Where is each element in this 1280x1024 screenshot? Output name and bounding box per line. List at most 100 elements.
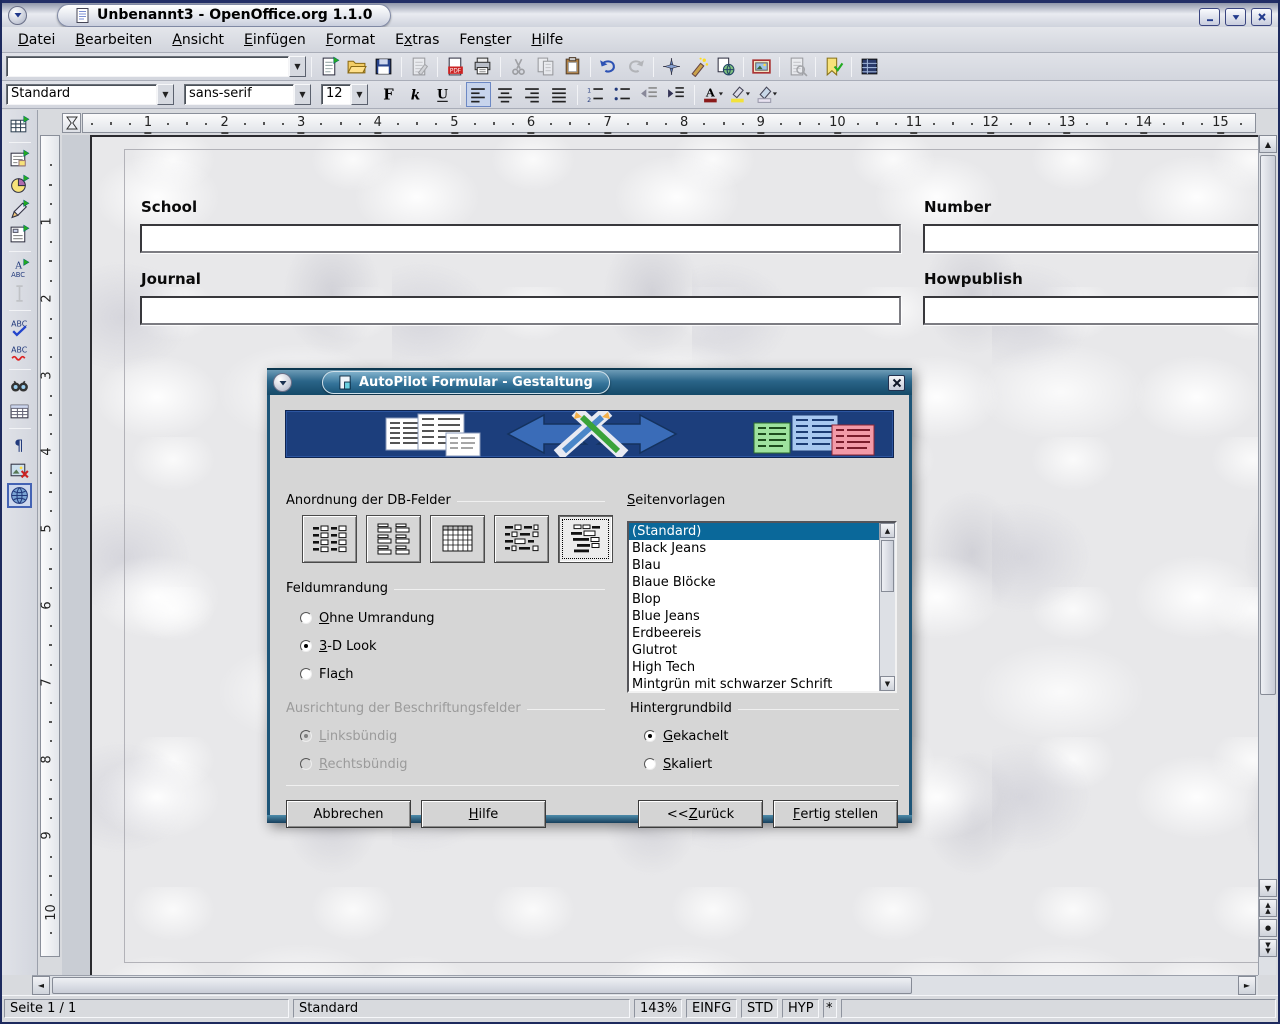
- scroll-left-button[interactable]: ◄: [32, 976, 50, 995]
- gallery-button[interactable]: [749, 54, 774, 79]
- radio-gekachelt[interactable]: Gekachelt: [644, 728, 728, 744]
- radio-3d-look[interactable]: 3-D Look: [300, 638, 377, 654]
- align-center-button[interactable]: [493, 82, 518, 107]
- increase-indent-button[interactable]: [664, 82, 689, 107]
- print-file-button[interactable]: [470, 54, 495, 79]
- previous-page-button[interactable]: ▲▲: [1259, 899, 1277, 917]
- menu-format[interactable]: Format: [316, 29, 385, 51]
- status-selection-mode[interactable]: STD: [741, 999, 778, 1018]
- vertical-scrollbar-thumb[interactable]: [1260, 155, 1276, 695]
- list-scroll-up-button[interactable]: ▲: [880, 523, 895, 538]
- back-button[interactable]: << Zurück: [638, 800, 763, 828]
- stylist-button[interactable]: [686, 54, 711, 79]
- arrangement-as-table-button[interactable]: [430, 515, 485, 563]
- horizontal-scrollbar[interactable]: ◄ ►: [32, 975, 1258, 995]
- window-titlebar[interactable]: Unbenannt3 - OpenOffice.org 1.1.0: [2, 0, 1278, 27]
- menu-einfuegen[interactable]: Einfügen: [234, 29, 316, 51]
- highlighting-button[interactable]: [727, 82, 752, 107]
- insert-table-button[interactable]: [7, 113, 32, 138]
- underline-button[interactable]: U: [430, 82, 455, 107]
- finish-button[interactable]: Fertig stellen: [773, 800, 898, 828]
- url-combobox[interactable]: ▼: [6, 56, 306, 77]
- tab-stop-selector[interactable]: [62, 113, 81, 133]
- cancel-button[interactable]: Abbrechen: [286, 800, 411, 828]
- page-style-item[interactable]: Erdbeereis: [629, 625, 895, 642]
- export-pdf-button[interactable]: PDF: [443, 54, 468, 79]
- table-view-button[interactable]: [857, 54, 882, 79]
- status-hyperlink-mode[interactable]: HYP: [782, 999, 819, 1018]
- paragraph-style-value[interactable]: Standard: [6, 84, 157, 105]
- arrangement-blocks-labels-top-button[interactable]: [558, 515, 613, 563]
- font-name-value[interactable]: sans-serif: [184, 84, 294, 105]
- save-document-button[interactable]: [371, 54, 396, 79]
- page-style-item[interactable]: High Tech: [629, 659, 895, 676]
- font-name-combobox[interactable]: sans-serif ▼: [184, 84, 311, 105]
- font-dropdown-button[interactable]: ▼: [294, 84, 311, 105]
- bookmark-button[interactable]: [821, 54, 846, 79]
- font-size-value[interactable]: 12: [321, 84, 351, 105]
- form-functions-button[interactable]: [7, 222, 32, 247]
- menu-extras[interactable]: Extras: [385, 29, 449, 51]
- number-field[interactable]: [923, 224, 1258, 253]
- draw-functions-button[interactable]: [7, 197, 32, 222]
- open-document-button[interactable]: [344, 54, 369, 79]
- radio-flach[interactable]: Flach: [300, 666, 353, 682]
- align-justify-button[interactable]: [547, 82, 572, 107]
- dialog-titlebar[interactable]: AutoPilot Formular - Gestaltung: [267, 368, 912, 395]
- vertical-scrollbar[interactable]: ▲ ▼ ▲▲ ● ▼▼: [1258, 135, 1276, 975]
- minimize-button[interactable]: [1199, 8, 1220, 26]
- arrangement-columns-labels-left-button[interactable]: [302, 515, 357, 563]
- vertical-ruler[interactable]: 12345678910: [40, 135, 60, 957]
- menu-datei[interactable]: Datei: [8, 29, 65, 51]
- italic-button[interactable]: k: [403, 82, 428, 107]
- hyperlink-button[interactable]: [713, 54, 738, 79]
- listbox-scrollbar-thumb[interactable]: [881, 540, 894, 592]
- paragraph-background-button[interactable]: [754, 82, 779, 107]
- radio-skaliert[interactable]: Skaliert: [644, 756, 712, 772]
- status-insert-mode[interactable]: EINFG: [686, 999, 737, 1018]
- status-zoom[interactable]: 143%: [634, 999, 682, 1018]
- spellcheck-button[interactable]: ABC: [7, 315, 32, 340]
- style-dropdown-button[interactable]: ▼: [157, 84, 174, 105]
- school-field[interactable]: [140, 224, 901, 253]
- menu-ansicht[interactable]: Ansicht: [162, 29, 234, 51]
- page-style-item[interactable]: Blop: [629, 591, 895, 608]
- listbox-scrollbar[interactable]: ▲ ▼: [879, 523, 895, 691]
- page-style-item[interactable]: Blau: [629, 557, 895, 574]
- journal-field[interactable]: [140, 296, 901, 325]
- url-input[interactable]: [6, 56, 289, 77]
- list-scroll-down-button[interactable]: ▼: [880, 676, 895, 691]
- page-style-item[interactable]: Blue Jeans: [629, 608, 895, 625]
- data-source-view-button[interactable]: [7, 399, 32, 424]
- arrangement-columns-labels-top-button[interactable]: [366, 515, 421, 563]
- autotext-button[interactable]: AABC: [7, 256, 32, 281]
- menu-bearbeiten[interactable]: Bearbeiten: [65, 29, 162, 51]
- status-page-style[interactable]: Standard: [293, 999, 630, 1018]
- page-style-item[interactable]: Mintgrün mit schwarzer Schrift: [629, 676, 895, 693]
- insert-frame-button[interactable]: [7, 147, 32, 172]
- scroll-up-button[interactable]: ▲: [1259, 135, 1277, 153]
- decrease-indent-button[interactable]: [637, 82, 662, 107]
- undo-button[interactable]: [596, 54, 621, 79]
- align-right-button[interactable]: [520, 82, 545, 107]
- url-dropdown-button[interactable]: ▼: [289, 56, 306, 77]
- scroll-down-button[interactable]: ▼: [1259, 879, 1277, 897]
- find-replace-button[interactable]: [7, 374, 32, 399]
- nonprinting-characters-button[interactable]: ¶: [7, 433, 32, 458]
- align-left-button[interactable]: [466, 82, 491, 107]
- help-button[interactable]: Hilfe: [421, 800, 546, 828]
- online-layout-button[interactable]: [7, 483, 32, 508]
- bold-button[interactable]: F: [376, 82, 401, 107]
- auto-spellcheck-button[interactable]: ABC: [7, 340, 32, 365]
- new-document-button[interactable]: [317, 54, 342, 79]
- system-menu-button[interactable]: [8, 6, 27, 25]
- numbering-button[interactable]: 12: [583, 82, 608, 107]
- horizontal-scrollbar-thumb[interactable]: [52, 977, 912, 994]
- font-color-button[interactable]: A: [700, 82, 725, 107]
- scroll-right-button[interactable]: ►: [1238, 976, 1256, 995]
- navigator-button[interactable]: [659, 54, 684, 79]
- paste-button[interactable]: [560, 54, 585, 79]
- page-style-item[interactable]: (Standard): [629, 523, 895, 540]
- page-style-item[interactable]: Glutrot: [629, 642, 895, 659]
- page-style-item[interactable]: Black Jeans: [629, 540, 895, 557]
